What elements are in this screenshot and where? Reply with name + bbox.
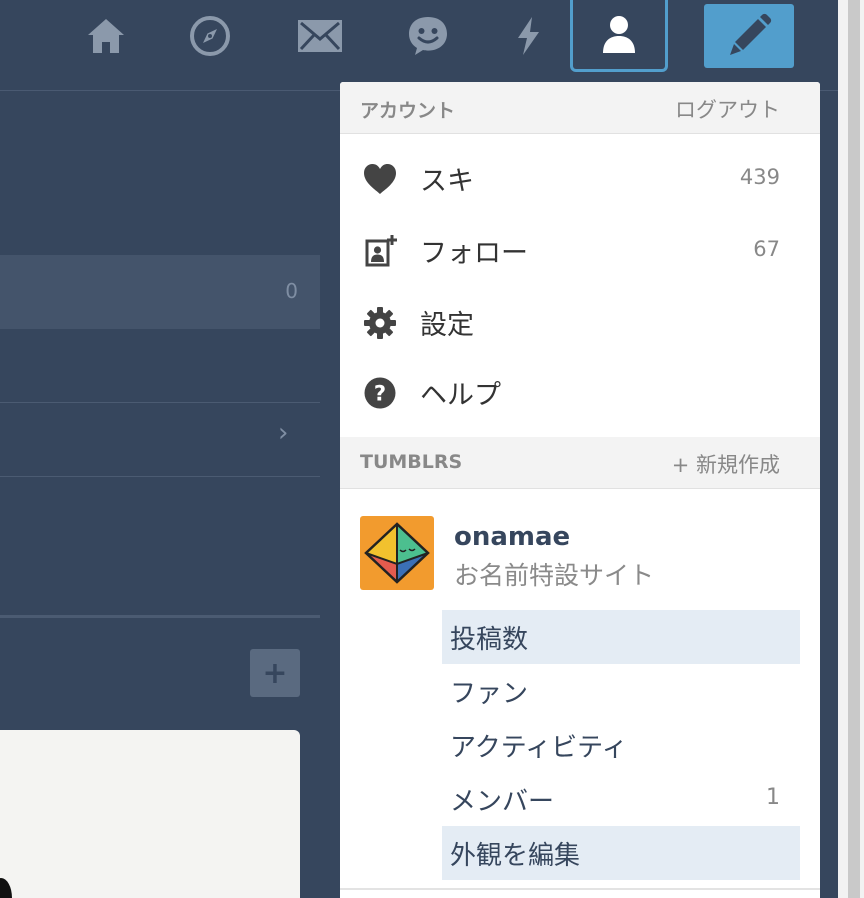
- menu-item-help[interactable]: ? ヘルプ: [340, 357, 820, 427]
- blog-item-count: 1: [766, 785, 780, 810]
- post-image-fragment: [0, 878, 12, 898]
- new-blog-link[interactable]: + 新規作成: [672, 449, 780, 479]
- octahedron-logo-icon: [364, 522, 430, 584]
- account-dropdown: アカウント ログアウト スキ 439 フォロー 67 設定 ? ヘルプ TUMB…: [340, 82, 820, 898]
- menu-item-following[interactable]: フォロー 67: [340, 215, 820, 285]
- help-icon: ?: [362, 375, 398, 411]
- blog-entry[interactable]: onamae お名前特設サイト: [340, 516, 820, 606]
- blog-title: お名前特設サイト: [454, 561, 655, 590]
- blog-item-label: アクティビティ: [450, 733, 628, 763]
- gear-icon: [362, 305, 398, 341]
- menu-item-label: スキ: [420, 166, 474, 197]
- divider: [340, 888, 820, 890]
- blog-item-edit-appearance[interactable]: 外観を編集: [442, 826, 800, 880]
- blog-item-label: メンバー: [450, 787, 555, 817]
- tumblrs-section-label: TUMBLRS: [360, 451, 463, 473]
- chevron-right-icon[interactable]: ›: [278, 418, 288, 448]
- menu-item-settings[interactable]: 設定: [340, 287, 820, 357]
- svg-text:?: ?: [374, 382, 386, 406]
- scrollbar-track[interactable]: [838, 0, 864, 898]
- account-section-header: アカウント ログアウト: [340, 82, 820, 134]
- tumblrs-section-header: TUMBLRS + 新規作成: [340, 437, 820, 489]
- logout-link[interactable]: ログアウト: [675, 94, 780, 124]
- plus-icon: +: [262, 655, 288, 691]
- page: 0 › + アカウント ログアウト スキ 439 フォロー 67 設定 ? ヘル…: [0, 0, 864, 898]
- activity-icon[interactable]: [504, 12, 552, 60]
- menu-item-label: 設定: [420, 310, 474, 341]
- menu-item-count: 67: [753, 237, 780, 261]
- home-icon[interactable]: [82, 12, 130, 60]
- blog-avatar[interactable]: [360, 516, 434, 590]
- menu-item-label: フォロー: [420, 238, 528, 269]
- account-button[interactable]: [570, 0, 668, 72]
- inbox-icon[interactable]: [296, 12, 344, 60]
- blog-item-followers[interactable]: ファン: [442, 664, 800, 718]
- left-row-count: 0: [285, 279, 298, 303]
- messaging-icon[interactable]: [404, 12, 452, 60]
- scrollbar-thumb[interactable]: [848, 0, 860, 898]
- menu-item-likes[interactable]: スキ 439: [340, 143, 820, 213]
- follow-icon: [362, 233, 398, 269]
- blog-name[interactable]: onamae: [454, 522, 570, 552]
- account-icon: [603, 15, 635, 53]
- blog-item-posts[interactable]: 投稿数: [442, 610, 800, 664]
- explore-icon[interactable]: [186, 12, 234, 60]
- divider: [0, 476, 320, 477]
- blog-item-label: 外観を編集: [450, 841, 581, 871]
- menu-item-label: ヘルプ: [420, 380, 501, 411]
- menu-item-count: 439: [739, 165, 780, 189]
- blog-item-members[interactable]: メンバー 1: [442, 772, 800, 826]
- left-list-row[interactable]: 0: [0, 255, 320, 329]
- compose-button[interactable]: [704, 4, 794, 68]
- blog-item-label: 投稿数: [450, 625, 529, 655]
- blog-item-label: ファン: [450, 679, 529, 709]
- pencil-icon: [730, 13, 772, 55]
- blog-item-activity[interactable]: アクティビティ: [442, 718, 800, 772]
- post-card: [0, 730, 300, 898]
- divider: [0, 402, 320, 403]
- divider: [0, 615, 320, 618]
- account-section-label: アカウント: [360, 100, 456, 122]
- add-button[interactable]: +: [250, 649, 300, 697]
- heart-icon: [362, 161, 398, 197]
- top-navigation: [0, 0, 838, 91]
